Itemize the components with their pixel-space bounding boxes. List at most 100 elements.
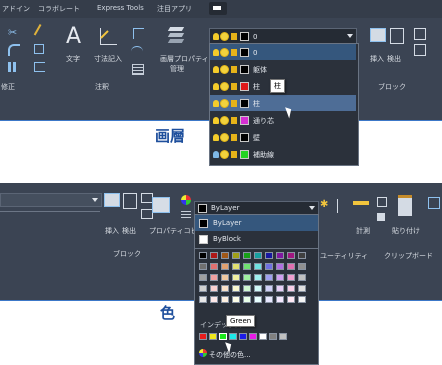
color-cell[interactable] xyxy=(243,296,251,303)
color-cell[interactable] xyxy=(210,252,218,259)
layer-row[interactable]: 補助線 xyxy=(210,146,356,162)
color-cell[interactable] xyxy=(199,252,207,259)
color-cell[interactable] xyxy=(232,296,240,303)
color-dropdown-list[interactable]: ByLayer ByBlock インデックス その他の色... xyxy=(194,214,319,365)
color-cell[interactable] xyxy=(232,274,240,281)
color-cell[interactable] xyxy=(232,263,240,270)
color-cell[interactable] xyxy=(298,263,306,270)
detect-icon[interactable] xyxy=(123,193,137,209)
color-cell[interactable] xyxy=(298,274,306,281)
color-cell[interactable] xyxy=(199,274,207,281)
group-label-block[interactable]: ブロック xyxy=(113,249,141,259)
standard-colors-row[interactable] xyxy=(199,333,314,342)
color-cell[interactable] xyxy=(254,263,262,270)
color-cell[interactable] xyxy=(254,296,262,303)
create-block-icon[interactable] xyxy=(414,28,426,40)
color-cell-red[interactable] xyxy=(199,333,207,340)
color-cell[interactable] xyxy=(243,274,251,281)
color-cell-magenta[interactable] xyxy=(249,333,257,340)
color-option-byblock[interactable]: ByBlock xyxy=(195,231,318,247)
color-cell-green[interactable] xyxy=(219,333,227,340)
color-cell[interactable] xyxy=(287,296,295,303)
insert-block-icon[interactable] xyxy=(370,28,386,42)
color-cell[interactable] xyxy=(276,263,284,270)
tab-featured-apps[interactable]: 注目アプリ xyxy=(157,4,192,14)
color-cell[interactable] xyxy=(199,263,207,270)
color-cell[interactable] xyxy=(287,252,295,259)
color-cell[interactable] xyxy=(276,274,284,281)
color-cell[interactable] xyxy=(221,285,229,292)
paste-icon[interactable] xyxy=(398,195,412,216)
layer-row[interactable]: 0 xyxy=(210,44,356,60)
color-cell[interactable] xyxy=(221,296,229,303)
color-cell-cyan[interactable] xyxy=(229,333,237,340)
color-cell[interactable] xyxy=(298,296,306,303)
color-cell-white[interactable] xyxy=(259,333,267,340)
color-cell-lightgray[interactable] xyxy=(279,333,287,340)
group-label-clipboard[interactable]: クリップボード xyxy=(384,251,433,261)
fillet-icon[interactable] xyxy=(8,44,20,56)
linetype-field[interactable] xyxy=(0,193,102,207)
linetype-icon[interactable] xyxy=(181,210,191,218)
color-cell-gray[interactable] xyxy=(269,333,277,340)
tab-addins[interactable]: アドイン xyxy=(2,4,30,14)
tab-video-icon[interactable] xyxy=(209,2,227,15)
color-cell[interactable] xyxy=(287,274,295,281)
color-cell[interactable] xyxy=(232,285,240,292)
color-cell[interactable] xyxy=(210,296,218,303)
color-cell[interactable] xyxy=(298,285,306,292)
color-cell[interactable] xyxy=(265,252,273,259)
chevron-down-icon[interactable] xyxy=(92,198,98,202)
color-cell[interactable] xyxy=(221,274,229,281)
color-cell[interactable] xyxy=(265,274,273,281)
copy-clip-icon[interactable] xyxy=(428,197,440,209)
color-cell[interactable] xyxy=(210,285,218,292)
color-cell[interactable] xyxy=(221,263,229,270)
color-cell[interactable] xyxy=(265,263,273,270)
scissors-icon[interactable]: ✂ xyxy=(8,26,20,39)
color-cell[interactable] xyxy=(276,285,284,292)
color-cell[interactable] xyxy=(199,285,207,292)
color-cell[interactable] xyxy=(243,252,251,259)
color-cell[interactable] xyxy=(276,296,284,303)
offset-icon[interactable] xyxy=(34,62,45,72)
layer-properties-icon[interactable] xyxy=(166,27,186,45)
group-label-block[interactable]: ブロック xyxy=(378,82,406,92)
layer-row[interactable]: 通り芯 xyxy=(210,112,356,128)
color-cell-yellow[interactable] xyxy=(209,333,217,340)
layer-dropdown[interactable]: 0 xyxy=(209,28,357,44)
match-properties-icon[interactable] xyxy=(152,197,170,213)
array-icon[interactable] xyxy=(8,62,18,72)
color-cell[interactable] xyxy=(265,285,273,292)
color-cell[interactable] xyxy=(210,274,218,281)
color-wheel-icon[interactable] xyxy=(181,195,191,205)
text-icon[interactable]: A xyxy=(66,24,81,49)
color-cell[interactable] xyxy=(254,285,262,292)
layer-dropdown-list[interactable]: 0 躯体 柱 柱 通り芯 壁 補助線 xyxy=(209,43,359,166)
chevron-down-icon[interactable] xyxy=(347,34,353,38)
copy-icon[interactable] xyxy=(34,44,44,54)
edit-block-icon[interactable] xyxy=(414,44,426,56)
tab-collaborate[interactable]: コラボレート xyxy=(38,4,80,14)
group-label-utilities[interactable]: ユーティリティ xyxy=(320,251,368,261)
color-cell[interactable] xyxy=(221,252,229,259)
linear-dim-icon[interactable] xyxy=(133,28,144,39)
color-cell[interactable] xyxy=(254,252,262,259)
color-cell[interactable] xyxy=(243,285,251,292)
insert-block-icon[interactable] xyxy=(104,193,120,207)
color-cell[interactable] xyxy=(199,296,207,303)
pencil-icon[interactable] xyxy=(33,24,50,40)
leader-icon[interactable] xyxy=(131,46,143,57)
calculator-icon[interactable] xyxy=(377,213,385,221)
detect-icon[interactable] xyxy=(390,28,404,44)
color-cell[interactable] xyxy=(298,252,306,259)
color-cell[interactable] xyxy=(287,263,295,270)
color-option-bylayer[interactable]: ByLayer xyxy=(195,215,318,231)
color-cell[interactable] xyxy=(232,252,240,259)
dimension-icon[interactable] xyxy=(100,28,117,46)
group-label-modify[interactable]: 修正 xyxy=(1,82,15,92)
color-cell[interactable] xyxy=(265,296,273,303)
color-cell[interactable] xyxy=(254,274,262,281)
color-cell[interactable] xyxy=(243,263,251,270)
tab-express-tools[interactable]: Express Tools xyxy=(97,4,144,12)
